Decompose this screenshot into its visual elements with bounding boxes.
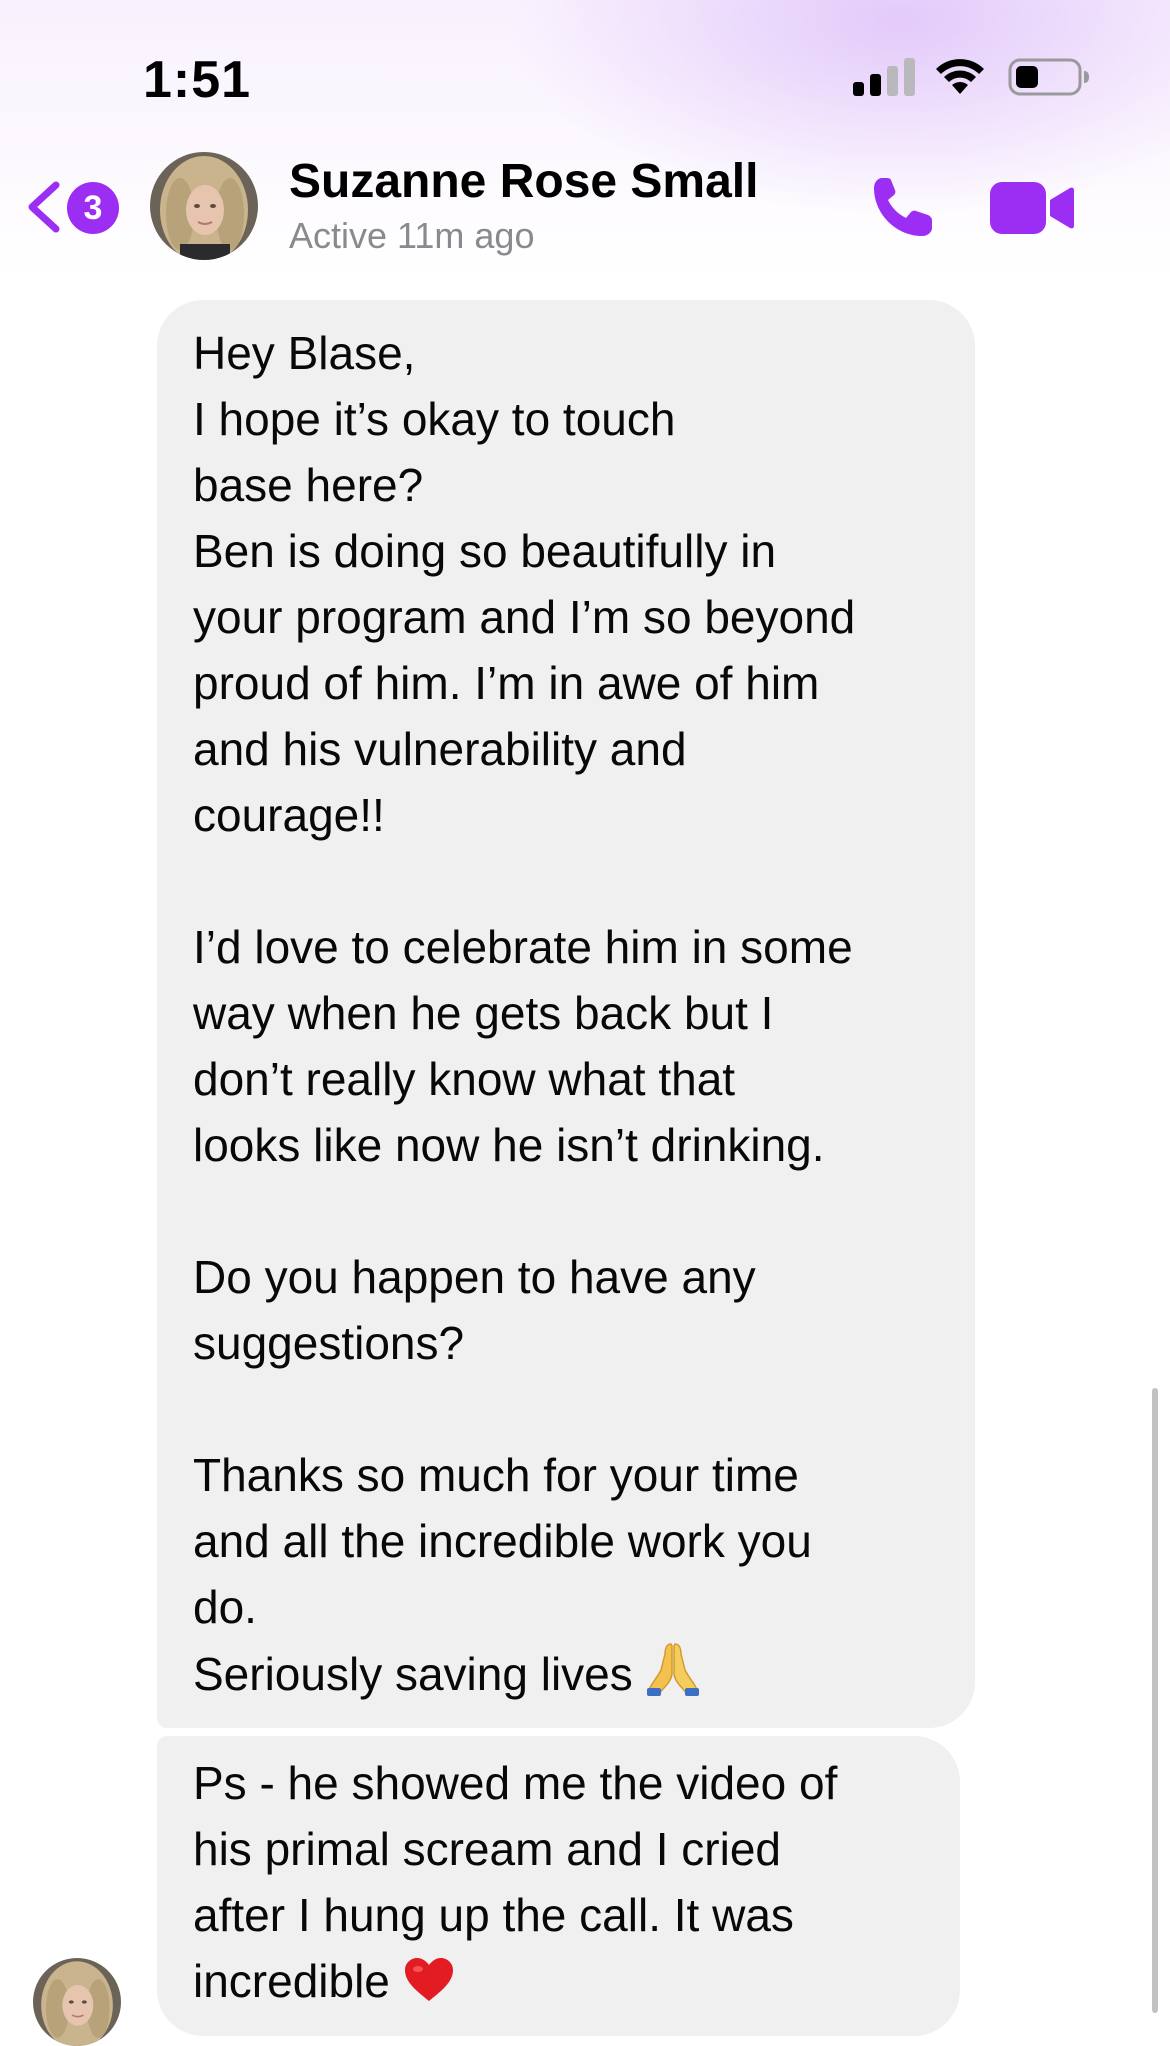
- scrollbar[interactable]: [1152, 1388, 1158, 2013]
- message-bubble[interactable]: Hey Blase, I hope it’s okay to touch bas…: [157, 300, 975, 1728]
- avatar-photo: [150, 152, 258, 260]
- red-heart-icon: [404, 1954, 454, 2020]
- phone-icon: [874, 178, 932, 236]
- cellular-signal-icon: [853, 58, 915, 96]
- active-status: Active 11m ago: [289, 215, 535, 256]
- contact-name[interactable]: Suzanne Rose Small: [289, 154, 758, 209]
- chevron-left-icon: [28, 181, 60, 233]
- video-camera-icon: [990, 182, 1074, 234]
- message-text: Hey Blase, I hope it’s okay to touch bas…: [193, 327, 856, 1700]
- back-button[interactable]: 3: [24, 175, 124, 239]
- sender-avatar[interactable]: [33, 1958, 121, 2046]
- status-time: 1:51: [143, 51, 252, 109]
- battery-icon: [1008, 58, 1089, 96]
- avatar-photo: [33, 1958, 121, 2046]
- contact-avatar[interactable]: [150, 152, 258, 260]
- praying-hands-icon: [646, 1640, 699, 1713]
- voice-call-button[interactable]: [868, 172, 938, 242]
- video-call-button[interactable]: [990, 180, 1074, 236]
- message-text: Ps - he showed me the video of his prima…: [193, 1757, 838, 2007]
- unread-count-badge: 3: [67, 182, 119, 234]
- wifi-icon: [936, 59, 984, 94]
- message-bubble[interactable]: Ps - he showed me the video of his prima…: [157, 1736, 960, 2036]
